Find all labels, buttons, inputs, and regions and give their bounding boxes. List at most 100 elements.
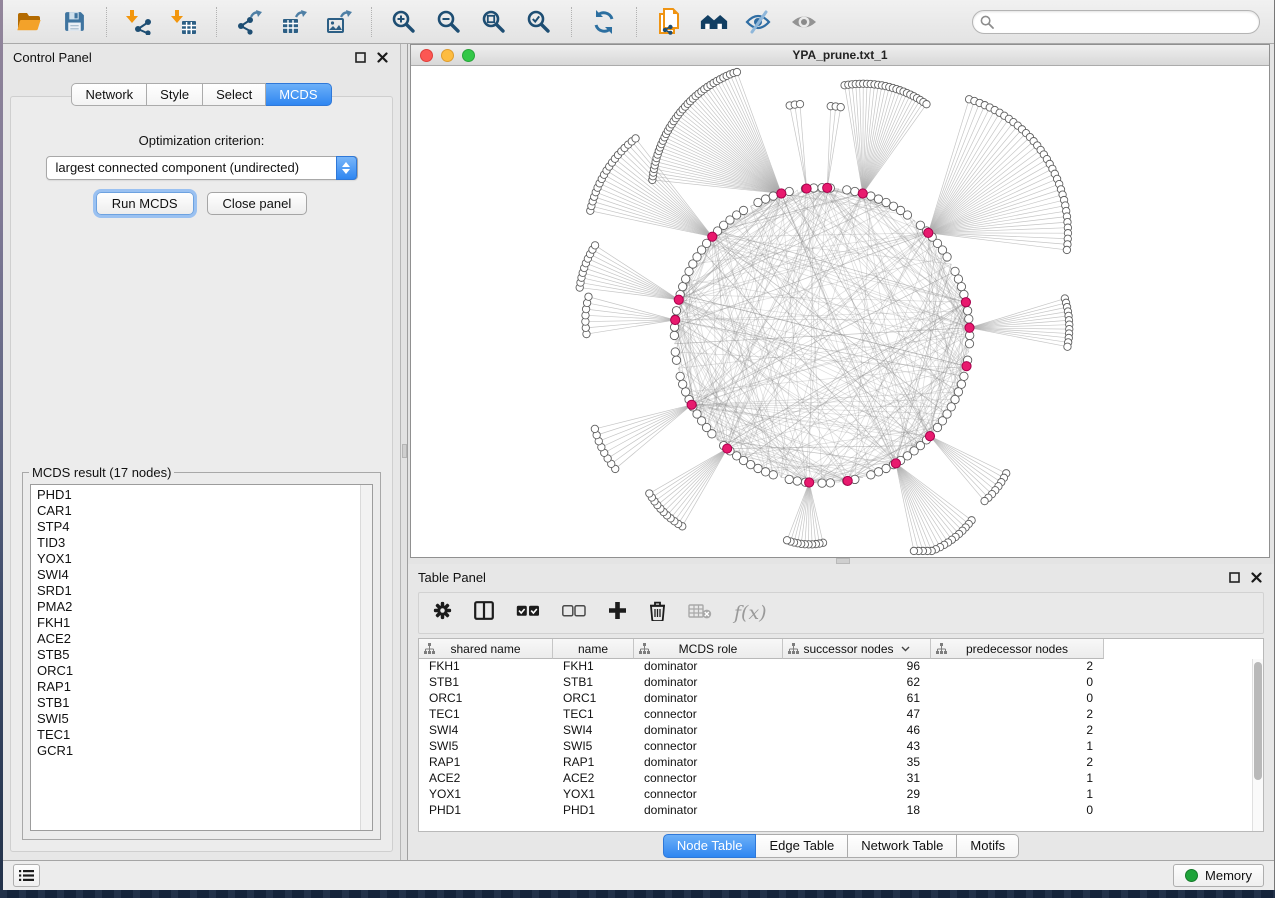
export-image-icon[interactable] [325,8,353,36]
list-item[interactable]: STB1 [37,695,359,711]
list-scrollbar[interactable] [360,485,372,830]
minimize-window-icon[interactable] [441,49,454,62]
list-item[interactable]: FKH1 [37,615,359,631]
table-scrollbar[interactable] [1252,659,1263,831]
task-history-button[interactable] [13,864,40,887]
list-item[interactable]: ORC1 [37,663,359,679]
memory-button[interactable]: Memory [1173,864,1264,887]
column-header-name[interactable]: name [553,639,634,659]
cell-successor-nodes: 47 [783,707,931,723]
tab-edge-table[interactable]: Edge Table [756,834,848,858]
import-table-icon[interactable] [170,8,198,36]
close-window-icon[interactable] [420,49,433,62]
close-panel-icon[interactable] [374,49,390,65]
cell-predecessor-nodes: 1 [931,739,1104,755]
cell-predecessor-nodes: 0 [931,691,1104,707]
refresh-icon[interactable] [590,8,618,36]
save-icon[interactable] [60,8,88,36]
toolbar-separator [371,7,372,37]
column-header-predecessor-nodes[interactable]: predecessor nodes [931,639,1104,659]
select-all-columns-icon[interactable] [516,604,540,622]
table-row[interactable]: SWI5SWI5connector431 [419,739,1263,755]
run-mcds-button[interactable]: Run MCDS [96,192,194,215]
list-item[interactable]: SWI5 [37,711,359,727]
list-item[interactable]: CAR1 [37,503,359,519]
memory-label: Memory [1205,868,1252,883]
scrollbar-thumb[interactable] [1254,662,1262,780]
clipboard-network-icon[interactable] [655,8,683,36]
table-row[interactable]: PHD1PHD1dominator180 [419,803,1263,819]
tab-style[interactable]: Style [147,83,203,106]
import-network-icon[interactable] [125,8,153,36]
hide-graphics-details-icon[interactable] [745,8,773,36]
maximize-window-icon[interactable] [462,49,475,62]
home-views-icon[interactable] [700,8,728,36]
column-header-shared-name[interactable]: shared name [419,639,553,659]
zoom-out-icon[interactable] [435,8,463,36]
list-item[interactable]: TID3 [37,535,359,551]
add-column-icon[interactable] [608,601,627,625]
list-item[interactable]: SRD1 [37,583,359,599]
vertical-splitter[interactable] [401,44,408,860]
tab-network[interactable]: Network [71,83,147,106]
table-row[interactable]: SWI4SWI4dominator462 [419,723,1263,739]
list-item[interactable]: STB5 [37,647,359,663]
float-panel-icon[interactable] [1226,569,1242,585]
mcds-result-list[interactable]: PHD1CAR1STP4TID3YOX1SWI4SRD1PMA2FKH1ACE2… [30,484,373,831]
toolbar-separator [571,7,572,37]
export-table-icon[interactable] [280,8,308,36]
cell-successor-nodes: 18 [783,803,931,819]
export-network-icon[interactable] [235,8,263,36]
tab-node-table[interactable]: Node Table [663,834,757,858]
table-row[interactable]: FKH1FKH1dominator962 [419,659,1263,675]
list-item[interactable]: YOX1 [37,551,359,567]
network-titlebar[interactable]: YPA_prune.txt_1 [411,45,1269,66]
list-item[interactable]: GCR1 [37,743,359,759]
tab-select[interactable]: Select [203,83,266,106]
tab-mcds[interactable]: MCDS [266,83,331,106]
cell-shared-name: YOX1 [419,787,553,803]
zoom-selected-icon[interactable] [525,8,553,36]
tab-network-table[interactable]: Network Table [848,834,957,858]
column-type-icon [936,643,947,658]
table-row[interactable]: ACE2ACE2connector311 [419,771,1263,787]
list-item[interactable]: TEC1 [37,727,359,743]
column-layout-icon[interactable] [474,601,494,625]
table-settings-icon[interactable] [433,601,452,625]
cell-shared-name: RAP1 [419,755,553,771]
list-item[interactable]: PMA2 [37,599,359,615]
cell-MCDS-role: connector [634,739,783,755]
zoom-fit-icon[interactable] [480,8,508,36]
open-file-icon[interactable] [15,8,43,36]
list-item[interactable]: PHD1 [37,487,359,503]
table-row[interactable]: YOX1YOX1connector291 [419,787,1263,803]
network-view[interactable] [411,66,1269,557]
search-icon [980,15,994,29]
column-header-successor-nodes[interactable]: successor nodes [783,639,931,659]
table-toolbar: f(x) [418,592,1264,634]
close-panel-icon[interactable] [1248,569,1264,585]
cell-shared-name: STB1 [419,675,553,691]
function-builder-icon-disabled: f(x) [734,602,767,624]
search-input[interactable] [972,10,1260,34]
table-row[interactable]: STB1STB1dominator620 [419,675,1263,691]
close-panel-button[interactable]: Close panel [207,192,308,215]
deselect-all-columns-icon[interactable] [562,604,586,622]
list-item[interactable]: STP4 [37,519,359,535]
float-panel-icon[interactable] [352,49,368,65]
list-item[interactable]: ACE2 [37,631,359,647]
tab-motifs[interactable]: Motifs [957,834,1019,858]
workspace: YPA_prune.txt_1 Table Panel [408,44,1274,860]
delete-column-icon[interactable] [649,601,666,626]
column-header-MCDS-role[interactable]: MCDS role [634,639,783,659]
list-item[interactable]: SWI4 [37,567,359,583]
criterion-dropdown[interactable]: largest connected component (undirected) [46,156,358,180]
table-row[interactable]: ORC1ORC1dominator610 [419,691,1263,707]
table-row[interactable]: RAP1RAP1dominator352 [419,755,1263,771]
table-row[interactable]: TEC1TEC1connector472 [419,707,1263,723]
show-graphics-details-icon[interactable] [790,8,818,36]
splitter-handle[interactable] [402,444,407,458]
zoom-in-icon[interactable] [390,8,418,36]
cell-successor-nodes: 46 [783,723,931,739]
list-item[interactable]: RAP1 [37,679,359,695]
